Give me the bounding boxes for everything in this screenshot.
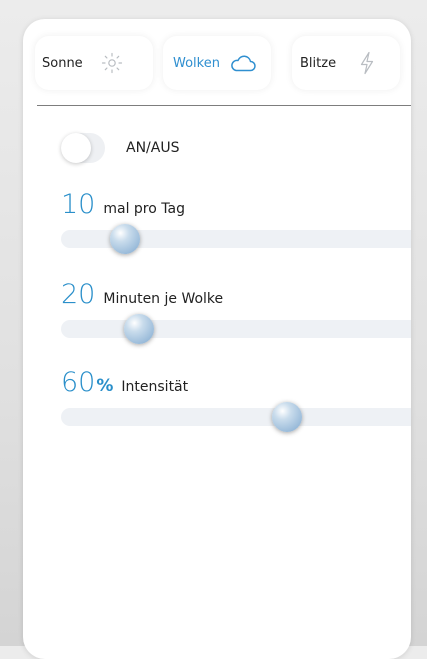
power-toggle-row: AN/AUS	[61, 133, 179, 163]
cloud-icon	[229, 53, 257, 73]
sun-icon	[101, 52, 123, 74]
tab-divider	[37, 105, 411, 106]
frequency-value: 10	[61, 189, 96, 220]
intensity-value-line: 60 % Intensität	[61, 367, 411, 398]
duration-value-line: 20 Minuten je Wolke	[61, 279, 411, 310]
intensity-value: 60	[61, 367, 96, 398]
tab-bar: Sonne Wolken Blitze	[23, 19, 411, 106]
power-toggle-label: AN/AUS	[126, 140, 180, 156]
frequency-slider-thumb[interactable]	[110, 224, 140, 254]
frequency-slider-block: 10 mal pro Tag	[61, 189, 411, 254]
tab-blitze-label: Blitze	[300, 55, 337, 71]
tab-sonne-label: Sonne	[42, 55, 83, 71]
frequency-value-line: 10 mal pro Tag	[61, 189, 411, 220]
intensity-label: Intensität	[121, 379, 189, 395]
tab-blitze[interactable]: Blitze	[292, 36, 400, 90]
intensity-slider-thumb[interactable]	[272, 402, 302, 432]
duration-label: Minuten je Wolke	[103, 291, 224, 307]
tab-sonne[interactable]: Sonne	[35, 36, 153, 90]
lightning-icon	[358, 51, 376, 75]
toggle-knob	[61, 133, 91, 163]
tab-wolken[interactable]: Wolken	[163, 36, 271, 90]
weather-settings-panel: Sonne Wolken Blitze AN/AUS 10 mal pro Ta…	[23, 19, 411, 659]
frequency-slider-track[interactable]	[61, 224, 411, 254]
duration-slider-thumb[interactable]	[124, 314, 155, 344]
duration-slider-track[interactable]	[61, 314, 411, 344]
duration-slider-block: 20 Minuten je Wolke	[61, 279, 411, 344]
tab-wolken-label: Wolken	[173, 55, 220, 71]
intensity-slider-track[interactable]	[61, 402, 411, 432]
intensity-slider-block: 60 % Intensität	[61, 367, 411, 432]
intensity-unit: %	[96, 376, 114, 396]
power-toggle[interactable]	[61, 133, 105, 163]
duration-value: 20	[61, 279, 96, 310]
frequency-label: mal pro Tag	[103, 201, 185, 217]
